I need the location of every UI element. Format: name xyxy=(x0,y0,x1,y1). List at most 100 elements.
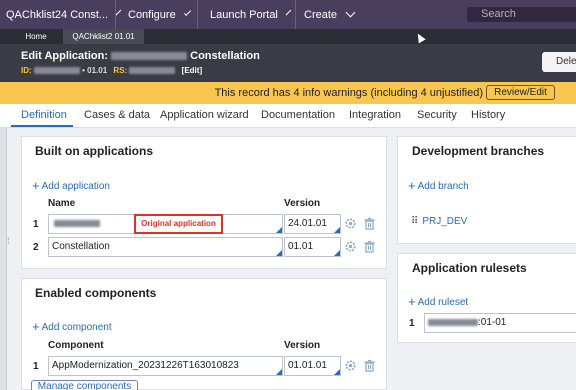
active-tab-indicator xyxy=(11,125,73,127)
tab-definition[interactable]: Definition xyxy=(21,109,67,121)
app-switcher-label: QAChklist24 Const... xyxy=(6,8,109,21)
gear-icon[interactable] xyxy=(344,240,357,253)
original-application-annotation: Original application xyxy=(134,214,223,234)
ruleset-version-field[interactable]: :01-01 xyxy=(424,313,576,333)
development-branches-title: Development branches xyxy=(412,144,545,158)
autocomplete-corner-icon xyxy=(276,250,282,256)
record-header: Edit Application: Constellation ID: • 01… xyxy=(0,44,576,82)
resize-grip-icon[interactable]: ⁞ xyxy=(7,236,10,246)
application-version-field[interactable]: 24.01.01 xyxy=(284,214,341,234)
name-column-header: Name xyxy=(48,198,76,209)
chevron-down-icon xyxy=(183,8,191,17)
left-scrollbar[interactable] xyxy=(0,128,7,390)
tab-documentation[interactable]: Documentation xyxy=(261,109,335,121)
enabled-components-panel: Enabled components + Add component Compon… xyxy=(21,278,387,390)
version-value: 01.01 xyxy=(288,241,314,252)
branch-item[interactable]: ⠿ PRJ_DEV xyxy=(411,216,467,227)
edit-link[interactable]: [Edit] xyxy=(182,66,202,75)
tab-integration[interactable]: Integration xyxy=(349,109,401,121)
add-component-label: Add component xyxy=(41,322,112,333)
plus-icon: + xyxy=(32,178,40,193)
record-nav-tabs: Definition Cases & data Application wiza… xyxy=(0,104,576,128)
version-value: 24.01.01 xyxy=(288,218,327,229)
built-on-applications-panel: Built on applications + Add application N… xyxy=(21,136,387,269)
add-application-link[interactable]: + Add application xyxy=(32,178,110,193)
search-input[interactable]: Search xyxy=(467,7,576,22)
add-application-label: Add application xyxy=(41,181,110,192)
configure-label: Configure xyxy=(128,8,176,21)
branch-name: PRJ_DEV xyxy=(422,216,468,227)
document-tab-strip: Home QAChklist2 01.01 xyxy=(0,29,576,44)
drag-handle-icon[interactable]: ⠿ xyxy=(411,216,418,227)
configure-menu[interactable]: Configure xyxy=(116,0,198,29)
redacted-ruleset-name xyxy=(428,318,478,326)
redacted-application-name xyxy=(54,219,100,227)
row-number: 1 xyxy=(409,318,415,329)
autocomplete-corner-icon xyxy=(276,227,282,233)
enabled-components-title: Enabled components xyxy=(35,286,157,300)
chevron-down-icon xyxy=(345,7,356,18)
record-subtitle: ID: • 01.01 RS: [Edit] xyxy=(21,66,202,75)
autocomplete-corner-icon xyxy=(276,369,282,375)
review-edit-button[interactable]: Review/Edit xyxy=(486,85,555,100)
plus-icon: + xyxy=(32,319,40,334)
top-nav-bar: QAChklist24 Const... Configure Launch Po… xyxy=(0,0,576,29)
built-on-title: Built on applications xyxy=(35,144,154,158)
gear-icon[interactable] xyxy=(344,359,357,372)
autocomplete-corner-icon xyxy=(334,250,340,256)
trash-icon[interactable] xyxy=(363,217,376,230)
application-rulesets-title: Application rulesets xyxy=(412,261,527,275)
add-ruleset-link[interactable]: + Add ruleset xyxy=(408,294,468,309)
autocomplete-corner-icon xyxy=(334,227,340,233)
create-menu[interactable]: Create xyxy=(296,0,362,29)
id-label: ID: xyxy=(21,66,32,75)
component-name-value: AppModernization_20231226T163010823 xyxy=(52,360,239,371)
delete-button[interactable]: Dele xyxy=(542,52,576,72)
launch-portal-label: Launch Portal xyxy=(210,8,278,21)
record-title: Edit Application: Constellation xyxy=(21,50,260,62)
add-ruleset-label: Add ruleset xyxy=(417,297,469,308)
add-branch-link[interactable]: + Add branch xyxy=(408,178,469,193)
warning-text: This record has 4 info warnings (includi… xyxy=(214,87,483,99)
rs-label: RS: xyxy=(113,66,128,75)
application-version-field[interactable]: 01.01 xyxy=(284,237,341,257)
plus-icon: + xyxy=(408,294,416,309)
add-component-link[interactable]: + Add component xyxy=(32,319,112,334)
application-name-value: Constellation xyxy=(52,241,110,252)
launch-portal-menu[interactable]: Launch Portal xyxy=(198,0,296,29)
trash-icon[interactable] xyxy=(363,240,376,253)
trash-icon[interactable] xyxy=(363,359,376,372)
tab-security[interactable]: Security xyxy=(417,109,457,121)
app-switcher-menu[interactable]: QAChklist24 Const... xyxy=(0,0,122,29)
chevron-down-icon xyxy=(285,9,292,16)
tab-cases-data[interactable]: Cases & data xyxy=(84,109,150,121)
tab-history[interactable]: History xyxy=(471,109,505,121)
component-name-field[interactable]: AppModernization_20231226T163010823 xyxy=(48,356,283,376)
title-name: Constellation xyxy=(190,50,260,62)
ruleset-version-suffix: :01-01 xyxy=(478,317,507,328)
component-version-field[interactable]: 01.01.01 xyxy=(284,356,341,376)
redacted-id xyxy=(33,67,80,75)
warning-banner: This record has 4 info warnings (includi… xyxy=(0,82,576,104)
version-value: 01.01.01 xyxy=(288,360,327,371)
component-column-header: Component xyxy=(48,340,104,351)
title-label: Application: xyxy=(44,50,108,62)
gear-icon[interactable] xyxy=(344,217,357,230)
redacted-name xyxy=(111,52,188,61)
application-rulesets-panel: Application rulesets + Add ruleset 1 :01-… xyxy=(397,253,576,343)
add-branch-label: Add branch xyxy=(417,181,469,192)
tab-application[interactable]: QAChklist2 01.01 xyxy=(63,29,144,44)
row-number: 1 xyxy=(33,219,39,230)
manage-components-button[interactable]: Manage components xyxy=(31,380,138,390)
redacted-ruleset xyxy=(129,67,176,75)
tab-application-wizard[interactable]: Application wizard xyxy=(160,109,249,121)
id-version: • 01.01 xyxy=(82,66,108,75)
tab-home[interactable]: Home xyxy=(15,29,57,44)
application-name-field[interactable]: Constellation xyxy=(48,237,283,257)
autocomplete-corner-icon xyxy=(334,369,340,375)
edit-prefix: Edit xyxy=(21,50,42,62)
plus-icon: + xyxy=(408,178,416,193)
row-number: 2 xyxy=(33,242,39,253)
version-column-header: Version xyxy=(284,198,321,209)
create-label: Create xyxy=(304,8,338,21)
